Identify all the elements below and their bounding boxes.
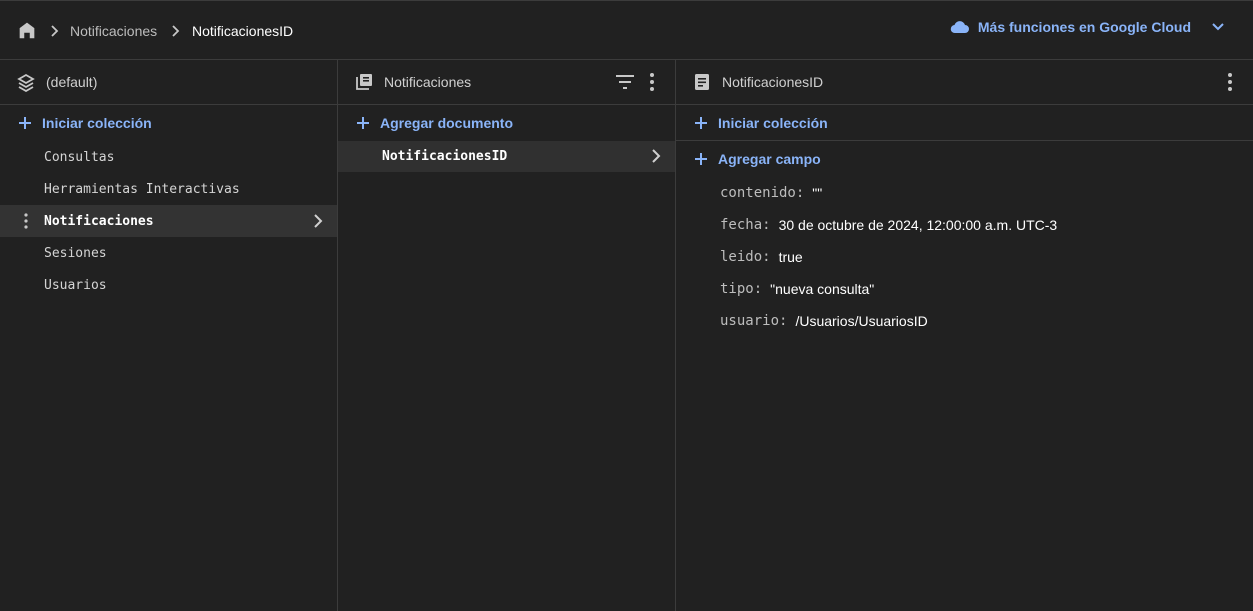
field-value: "nueva consulta" <box>770 281 875 297</box>
chevron-down-icon <box>1212 23 1224 31</box>
field-row-tipo[interactable]: tipo: "nueva consulta" <box>676 273 1253 305</box>
document-panel-header: NotificacionesID <box>676 60 1253 105</box>
field-row-usuario[interactable]: usuario: /Usuarios/UsuariosID <box>676 305 1253 337</box>
database-panel: (default) Iniciar colección Consultas He… <box>0 60 338 611</box>
field-key: fecha: <box>720 217 771 233</box>
field-row-leido[interactable]: leido: true <box>676 241 1253 273</box>
chevron-right-icon <box>652 149 661 163</box>
home-icon[interactable] <box>16 19 38 41</box>
collection-item-consultas[interactable]: Consultas <box>0 141 337 173</box>
document-label: NotificacionesID <box>382 149 508 164</box>
add-field-button[interactable]: Agregar campo <box>676 141 1253 177</box>
collection-label: Usuarios <box>44 277 107 293</box>
start-collection-button[interactable]: Iniciar colección <box>0 105 337 141</box>
start-subcollection-label: Iniciar colección <box>718 114 828 131</box>
document-icon <box>695 74 709 90</box>
field-row-contenido[interactable]: contenido: "" <box>676 177 1253 209</box>
chevron-right-icon <box>51 25 59 37</box>
field-key: usuario: <box>720 313 788 329</box>
start-collection-label: Iniciar colección <box>42 115 152 131</box>
more-vert-icon[interactable] <box>643 72 661 92</box>
document-panel: NotificacionesID Iniciar colección Agreg… <box>676 60 1253 611</box>
collection-panel-header: Notificaciones <box>338 60 675 105</box>
database-panel-header: (default) <box>0 60 337 105</box>
field-value: "" <box>812 185 823 201</box>
collection-item-usuarios[interactable]: Usuarios <box>0 269 337 301</box>
add-field-label: Agregar campo <box>718 151 821 167</box>
field-value: 30 de octubre de 2024, 12:00:00 a.m. UTC… <box>778 217 1058 233</box>
document-item-notificacionesid[interactable]: NotificacionesID <box>338 141 675 172</box>
database-title: (default) <box>46 74 98 90</box>
plus-icon <box>357 117 369 129</box>
field-row-fecha[interactable]: fecha: 30 de octubre de 2024, 12:00:00 a… <box>676 209 1253 241</box>
google-cloud-menu-button[interactable]: Más funciones en Google Cloud <box>950 19 1225 35</box>
collection-panel: Notificaciones Agregar documento Notific… <box>338 60 676 611</box>
field-value: /Usuarios/UsuariosID <box>795 313 928 329</box>
field-key: leido: <box>720 249 771 265</box>
breadcrumb-item-notificacionesid[interactable]: NotificacionesID <box>192 23 293 39</box>
plus-icon <box>19 117 31 129</box>
collection-title: Notificaciones <box>384 74 472 90</box>
google-cloud-label: Más funciones en Google Cloud <box>977 19 1191 35</box>
plus-icon <box>695 153 707 165</box>
field-key: tipo: <box>720 281 763 297</box>
filter-icon[interactable] <box>615 73 635 91</box>
collection-icon <box>356 74 372 90</box>
cloud-icon <box>950 21 969 34</box>
chevron-right-icon <box>314 214 323 228</box>
add-document-button[interactable]: Agregar documento <box>338 105 675 141</box>
top-bar: Notificaciones NotificacionesID Más func… <box>0 0 1253 60</box>
chevron-right-icon <box>172 25 180 37</box>
collection-label: Consultas <box>44 149 115 165</box>
start-subcollection-button[interactable]: Iniciar colección <box>676 105 1253 141</box>
document-title: NotificacionesID <box>722 74 824 90</box>
collection-label: Sesiones <box>44 245 107 261</box>
database-stack-icon <box>17 73 35 92</box>
field-key: contenido: <box>720 185 805 201</box>
breadcrumb-item-notificaciones[interactable]: Notificaciones <box>70 23 157 39</box>
more-vert-icon[interactable] <box>1221 72 1239 92</box>
collection-label: Herramientas Interactivas <box>44 181 240 197</box>
add-document-label: Agregar documento <box>380 115 514 131</box>
more-vert-icon[interactable] <box>23 213 29 229</box>
collection-item-sesiones[interactable]: Sesiones <box>0 237 337 269</box>
collection-item-notificaciones[interactable]: Notificaciones <box>0 205 337 237</box>
collection-label: Notificaciones <box>44 213 154 229</box>
collection-item-herramientas-interactivas[interactable]: Herramientas Interactivas <box>0 173 337 205</box>
field-value: true <box>778 249 803 265</box>
plus-icon <box>695 116 707 129</box>
